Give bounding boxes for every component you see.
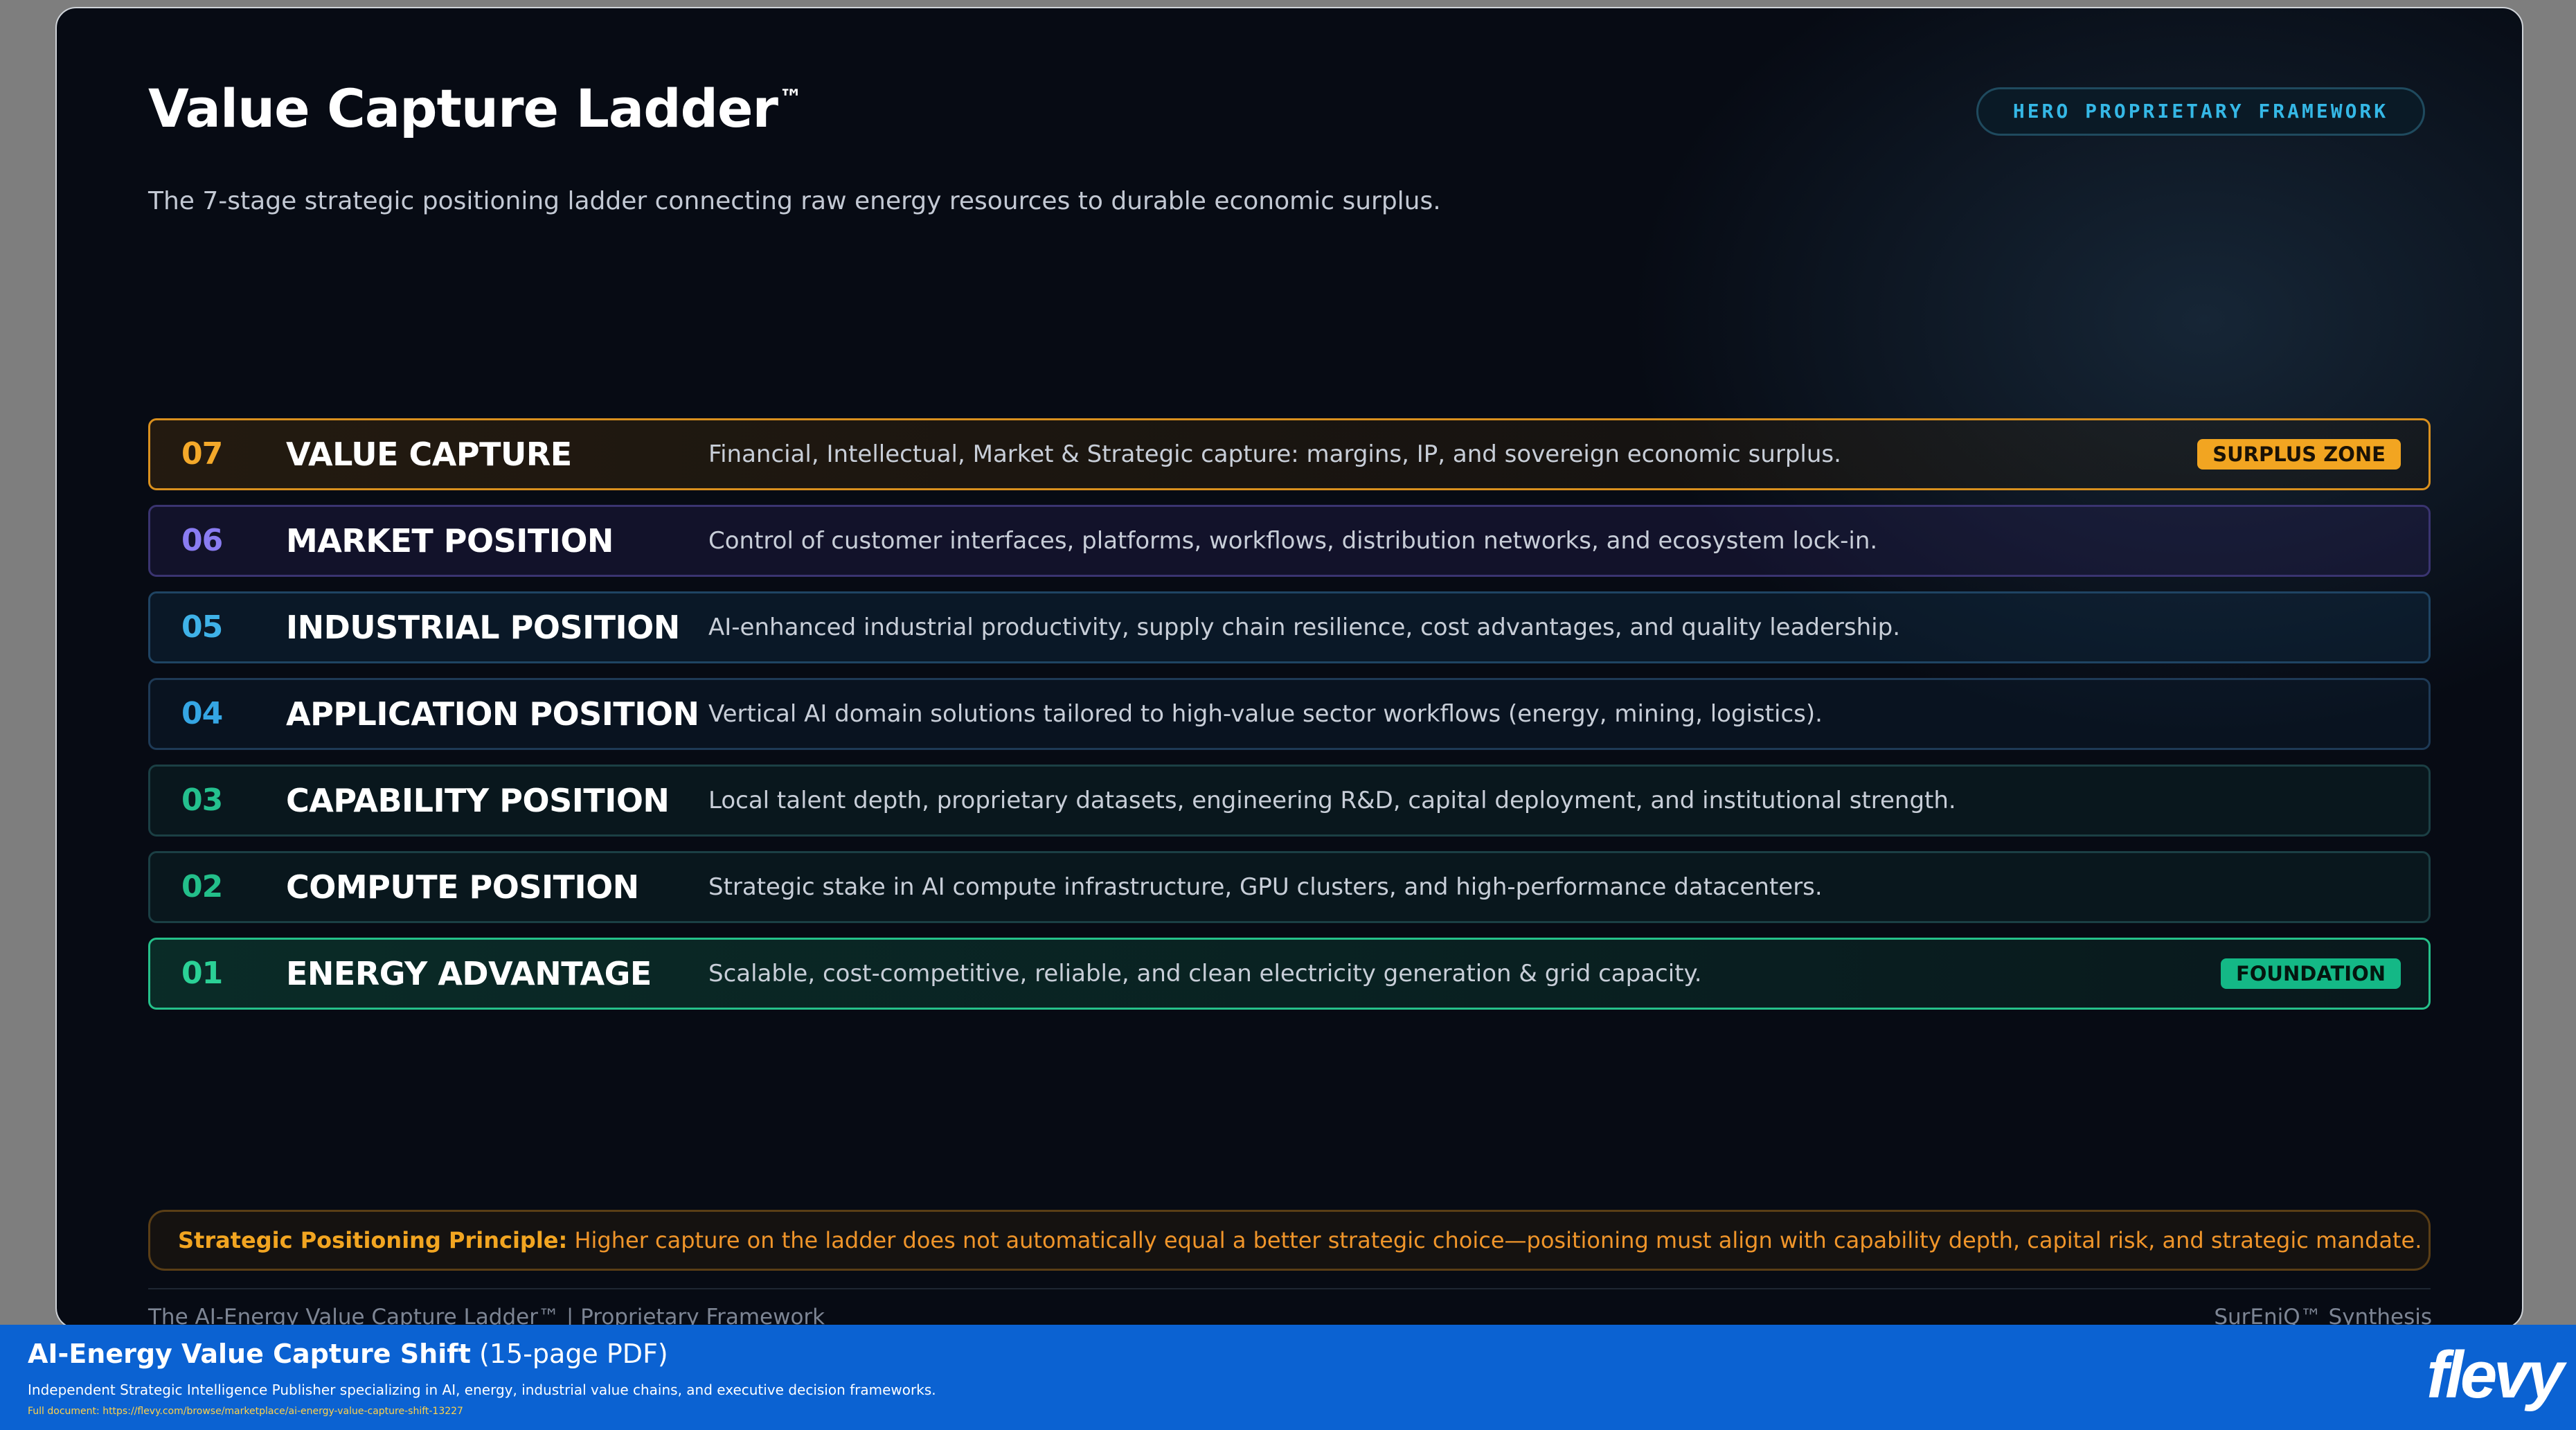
banner-document-link[interactable]: Full document: https://flevy.com/browse/… — [28, 1406, 463, 1417]
stage-number: 03 — [181, 783, 223, 818]
stage-number: 01 — [181, 956, 223, 991]
flevy-logo[interactable]: flevy — [2426, 1337, 2564, 1413]
stage-description: Control of customer interfaces, platform… — [708, 527, 1878, 555]
stage-name: CAPABILITY POSITION — [286, 782, 670, 819]
ladder-row-energy-advantage: 01 ENERGY ADVANTAGE Scalable, cost-compe… — [148, 938, 2431, 1010]
stage-description: Local talent depth, proprietary datasets… — [708, 787, 1956, 814]
principle-lead: Strategic Positioning Principle: — [178, 1227, 568, 1253]
ladder-row-application-position: 04 APPLICATION POSITION Vertical AI doma… — [148, 678, 2431, 750]
stage-name: APPLICATION POSITION — [286, 695, 699, 733]
stage-name: INDUSTRIAL POSITION — [286, 609, 680, 646]
banner-doc-name: AI-Energy Value Capture Shift — [28, 1339, 471, 1369]
stage-name: VALUE CAPTURE — [286, 436, 572, 473]
banner-page-count: (15-page PDF) — [470, 1339, 668, 1369]
stage-number: 07 — [181, 436, 223, 472]
stage-name: COMPUTE POSITION — [286, 868, 639, 906]
framework-badge: HERO PROPRIETARY FRAMEWORK — [1976, 87, 2425, 136]
page-subtitle: The 7-stage strategic positioning ladder… — [148, 187, 1441, 215]
ladder-row-compute-position: 02 COMPUTE POSITION Strategic stake in A… — [148, 851, 2431, 923]
document-banner: AI-Energy Value Capture Shift (15-page P… — [0, 1325, 2576, 1430]
stage-description: Scalable, cost-competitive, reliable, an… — [708, 960, 1702, 987]
principle-body: Higher capture on the ladder does not au… — [567, 1227, 2422, 1253]
banner-title: AI-Energy Value Capture Shift (15-page P… — [28, 1339, 668, 1369]
ladder-row-capability-position: 03 CAPABILITY POSITION Local talent dept… — [148, 765, 2431, 837]
page-title: Value Capture Ladder™ — [148, 78, 803, 139]
stage-number: 06 — [181, 523, 223, 558]
stage-description: Financial, Intellectual, Market & Strate… — [708, 440, 1841, 468]
footer-divider — [148, 1288, 2431, 1289]
stage-number: 02 — [181, 869, 223, 904]
stage-description: AI-enhanced industrial productivity, sup… — [708, 614, 1901, 641]
stage-name: ENERGY ADVANTAGE — [286, 955, 652, 992]
title-text: Value Capture Ladder — [148, 78, 778, 139]
stage-description: Vertical AI domain solutions tailored to… — [708, 700, 1823, 728]
surplus-zone-tag: SURPLUS ZONE — [2197, 439, 2401, 470]
ladder-row-market-position: 06 MARKET POSITION Control of customer i… — [148, 505, 2431, 577]
ladder-row-industrial-position: 05 INDUSTRIAL POSITION AI-enhanced indus… — [148, 591, 2431, 663]
ladder-row-value-capture: 07 VALUE CAPTURE Financial, Intellectual… — [148, 418, 2431, 490]
stage-name: MARKET POSITION — [286, 522, 614, 560]
stage-number: 05 — [181, 609, 223, 645]
trademark-mark: ™ — [779, 84, 803, 112]
stage-description: Strategic stake in AI compute infrastruc… — [708, 873, 1823, 901]
banner-description: Independent Strategic Intelligence Publi… — [28, 1382, 936, 1398]
value-capture-ladder: 07 VALUE CAPTURE Financial, Intellectual… — [148, 418, 2431, 1024]
slide: Value Capture Ladder™ The 7-stage strate… — [55, 7, 2523, 1329]
strategic-principle-callout: Strategic Positioning Principle: Higher … — [148, 1210, 2431, 1271]
stage-number: 04 — [181, 696, 223, 731]
foundation-tag: FOUNDATION — [2220, 958, 2401, 989]
